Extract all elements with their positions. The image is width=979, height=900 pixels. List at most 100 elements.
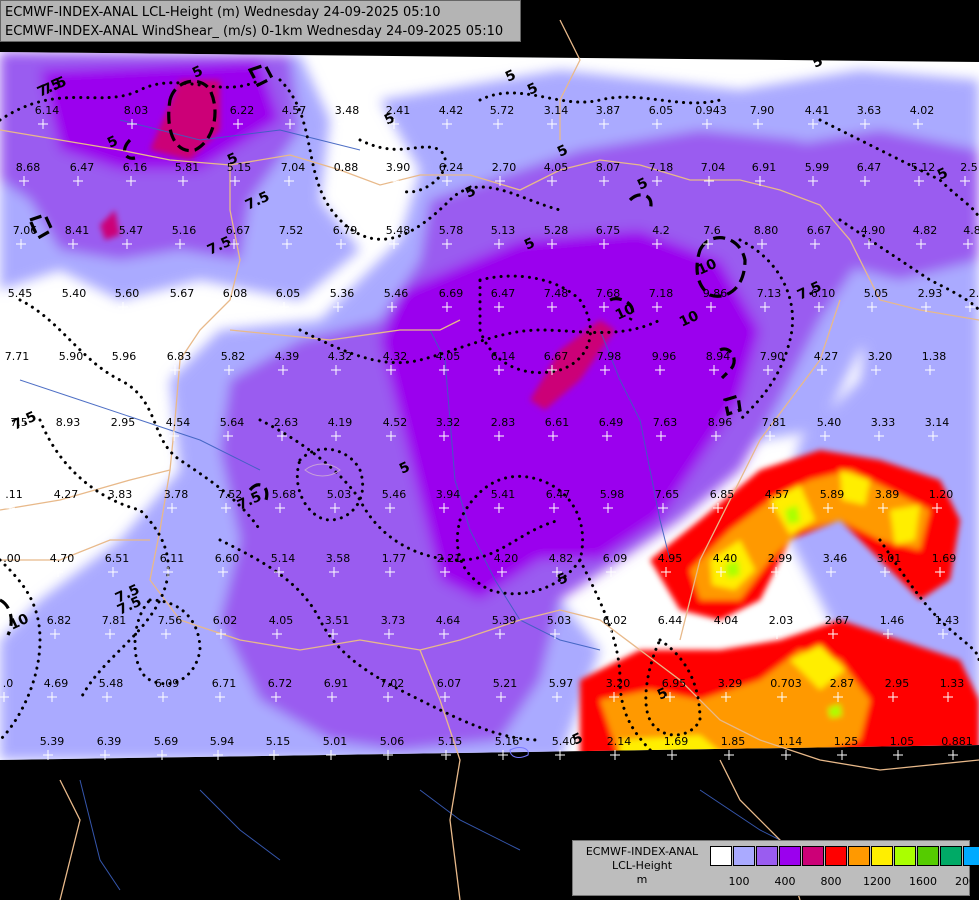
station-value-label: 6.79 bbox=[333, 224, 358, 237]
station-value-label: 7.02 bbox=[380, 677, 405, 690]
station-value-label: 4.32 bbox=[328, 350, 353, 363]
station-value-label: 4.02 bbox=[910, 104, 935, 117]
station-value-label: 5.69 bbox=[154, 735, 179, 748]
station-value-label: 5.46 bbox=[384, 287, 409, 300]
station-value-label: 5.06 bbox=[380, 735, 405, 748]
station-value-label: 5.13 bbox=[491, 224, 516, 237]
station-value-label: 6.82 bbox=[47, 614, 72, 627]
station-value-label: 6.91 bbox=[324, 677, 349, 690]
legend-tick-1200: 1200 bbox=[863, 875, 891, 888]
station-value-label: 4.82 bbox=[913, 224, 938, 237]
station-value-label: 6.91 bbox=[752, 161, 777, 174]
station-value-label: 5.94 bbox=[210, 735, 235, 748]
station-value-label: 3.32 bbox=[436, 416, 461, 429]
weather-map: 7.5555555555557.510107.5107.57.57.57.57.… bbox=[0, 0, 979, 900]
station-value-label: 3.48 bbox=[335, 104, 360, 117]
legend-swatch-5 bbox=[825, 846, 847, 866]
station-value-label: 4.32 bbox=[383, 350, 408, 363]
legend-tick-100: 100 bbox=[728, 875, 750, 888]
station-value-label: 4.04 bbox=[714, 614, 739, 627]
station-value-label: .11 bbox=[5, 488, 23, 501]
station-value-label: 6.69 bbox=[439, 287, 464, 300]
legend-tick-400: 400 bbox=[774, 875, 796, 888]
station-value-label: 6.67 bbox=[544, 350, 569, 363]
station-value-label: 7.52 bbox=[279, 224, 304, 237]
station-value-label: 2.41 bbox=[386, 104, 411, 117]
station-value-label: 5.81 bbox=[175, 161, 200, 174]
station-value-label: 5.89 bbox=[820, 488, 845, 501]
station-value-label: 7.13 bbox=[757, 287, 782, 300]
station-value-label: 6.51 bbox=[105, 552, 130, 565]
station-value-label: 2.70 bbox=[492, 161, 517, 174]
station-value-label: 5.64 bbox=[220, 416, 245, 429]
station-value-label: 6.75 bbox=[596, 224, 621, 237]
station-value-label: 3.58 bbox=[326, 552, 351, 565]
station-value-label: 3.63 bbox=[857, 104, 882, 117]
station-value-label: 7.81 bbox=[762, 416, 787, 429]
legend-swatch-6 bbox=[848, 846, 870, 866]
station-value-label: 3.20 bbox=[606, 677, 631, 690]
legend-tick-2000: 2000 bbox=[955, 875, 979, 888]
legend-swatch-9 bbox=[917, 846, 939, 866]
station-value-label: 6.05 bbox=[649, 104, 674, 117]
station-value-label: 4.41 bbox=[805, 104, 830, 117]
station-value-label: 5.40 bbox=[552, 735, 577, 748]
station-value-label: 1.38 bbox=[922, 350, 947, 363]
station-value-label: 6.24 bbox=[439, 161, 464, 174]
legend-swatch-3 bbox=[779, 846, 801, 866]
station-value-label: 5.12 bbox=[911, 161, 936, 174]
legend-swatch-11 bbox=[963, 846, 979, 866]
station-value-label: 8.03 bbox=[124, 104, 149, 117]
station-value-label: 1.05 bbox=[890, 735, 915, 748]
station-value-label: 8.96 bbox=[708, 416, 733, 429]
station-value-label: 4.52 bbox=[383, 416, 408, 429]
station-value-label: 5.39 bbox=[40, 735, 65, 748]
wind-shear-title: ECMWF-INDEX-ANAL WindShear_ (m/s) 0-1km … bbox=[5, 24, 504, 39]
station-value-label: 0.703 bbox=[770, 677, 802, 690]
legend-swatch-1 bbox=[733, 846, 755, 866]
station-value-label: 6.02 bbox=[213, 614, 238, 627]
station-value-label: .0 bbox=[3, 677, 14, 690]
legend-swatch-4 bbox=[802, 846, 824, 866]
station-value-label: 3.73 bbox=[381, 614, 406, 627]
station-value-label: 7.68 bbox=[596, 287, 621, 300]
station-value-label: 3.14 bbox=[544, 104, 569, 117]
station-value-label: 3.78 bbox=[164, 488, 189, 501]
station-value-label: 6.09 bbox=[603, 552, 628, 565]
station-value-label: 3.29 bbox=[718, 677, 743, 690]
station-value-label: 1.33 bbox=[940, 677, 965, 690]
station-value-label: 1.43 bbox=[935, 614, 960, 627]
station-value-label: 2.95 bbox=[111, 416, 136, 429]
station-value-label: 5.60 bbox=[115, 287, 140, 300]
station-value-label: 6.49 bbox=[599, 416, 624, 429]
legend-color-swatches bbox=[710, 846, 979, 866]
station-value-label: 5.03 bbox=[547, 614, 572, 627]
station-value-label: 7.18 bbox=[649, 161, 674, 174]
station-value-label: 5.16 bbox=[495, 735, 520, 748]
station-value-label: 4.54 bbox=[166, 416, 191, 429]
station-value-label: 1.46 bbox=[880, 614, 905, 627]
station-value-label: 2.87 bbox=[830, 677, 855, 690]
legend-swatch-2 bbox=[756, 846, 778, 866]
station-value-label: 7.81 bbox=[102, 614, 127, 627]
station-value-label: 1.69 bbox=[664, 735, 689, 748]
station-value-label: 4.95 bbox=[658, 552, 683, 565]
station-value-label: 8.68 bbox=[16, 161, 41, 174]
station-value-label: 4.90 bbox=[861, 224, 886, 237]
station-value-label: 3.94 bbox=[436, 488, 461, 501]
station-value-label: 2.99 bbox=[768, 552, 793, 565]
station-value-label: 4.05 bbox=[269, 614, 294, 627]
station-value-label: 1.25 bbox=[834, 735, 859, 748]
station-value-label: 3.01 bbox=[877, 552, 902, 565]
map-title-box: ECMWF-INDEX-ANAL LCL-Height (m) Wednesda… bbox=[0, 0, 521, 42]
station-value-label: 6.39 bbox=[97, 735, 122, 748]
station-value-label: 2.21 bbox=[437, 552, 462, 565]
station-value-label: 4.40 bbox=[713, 552, 738, 565]
lcl-height-field bbox=[0, 52, 979, 760]
station-value-label: 3.46 bbox=[823, 552, 848, 565]
station-value-label: 5.15 bbox=[227, 161, 252, 174]
station-value-label: 6.61 bbox=[545, 416, 570, 429]
station-value-label: 5.47 bbox=[119, 224, 144, 237]
legend-swatch-8 bbox=[894, 846, 916, 866]
station-value-label: 2.03 bbox=[769, 614, 794, 627]
